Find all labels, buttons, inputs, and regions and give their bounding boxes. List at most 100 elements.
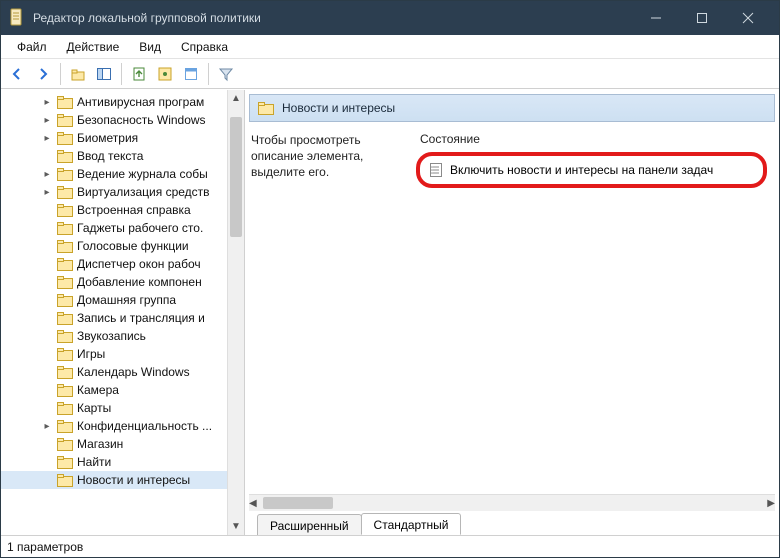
details-horizontal-scrollbar[interactable]: ◀ ▶ [249,494,775,511]
up-button[interactable] [66,62,90,86]
tree-item[interactable]: ▸ Антивирусная програм [1,93,227,111]
tree-item[interactable]: Новости и интересы [1,471,227,489]
chevron-right-icon[interactable]: ▸ [41,97,53,108]
details-tabs: Расширенный Стандартный [245,511,779,535]
tree-item[interactable]: Голосовые функции [1,237,227,255]
scrollbar-thumb[interactable] [230,117,242,237]
tree-item-label: Виртуализация средств [77,185,210,199]
folder-icon [57,203,73,217]
folder-icon [57,257,73,271]
folder-icon [57,239,73,253]
folder-icon [57,113,73,127]
folder-icon [57,131,73,145]
tree-item-label: Гаджеты рабочего сто. [77,221,203,235]
folder-icon [57,329,73,343]
details-header-title: Новости и интересы [282,101,395,115]
folder-icon [57,419,73,433]
tree-item-label: Новости и интересы [77,473,190,487]
policy-tree[interactable]: ▸ Антивирусная програм ▸Безопасность Windo… [1,93,227,489]
folder-icon [57,437,73,451]
tree-item[interactable]: Найти [1,453,227,471]
forward-button[interactable] [31,62,55,86]
tree-item[interactable]: Карты [1,399,227,417]
tab-extended[interactable]: Расширенный [257,514,362,535]
menu-file[interactable]: Файл [7,38,57,56]
folder-icon [57,275,73,289]
properties-button[interactable] [179,62,203,86]
details-header: Новости и интересы [249,94,775,122]
tree-vertical-scrollbar[interactable]: ▲ ▼ [227,90,244,535]
maximize-button[interactable] [679,1,725,35]
menu-bar: Файл Действие Вид Справка [1,35,779,59]
tree-item[interactable]: Добавление компонен [1,273,227,291]
tree-pane: ▸ Антивирусная програм ▸Безопасность Windo… [1,90,245,535]
tree-item[interactable]: Диспетчер окон рабоч [1,255,227,273]
tree-item-label: Календарь Windows [77,365,190,379]
description-text: Чтобы просмотреть описание элемента, выд… [249,128,414,494]
tree-item-label: Добавление компонен [77,275,202,289]
tree-item[interactable]: ▸Ведение журнала собы [1,165,227,183]
window-title: Редактор локальной групповой политики [33,11,261,25]
tree-item-label: Запись и трансляция и [77,311,205,325]
tree-item[interactable]: Запись и трансляция и [1,309,227,327]
tree-item[interactable]: Календарь Windows [1,363,227,381]
folder-icon [57,221,73,235]
tree-item-label: Антивирусная програм [77,95,204,109]
tab-standard[interactable]: Стандартный [361,513,462,535]
tree-item[interactable]: Игры [1,345,227,363]
status-text: 1 параметров [7,540,83,554]
folder-icon [57,293,73,307]
chevron-right-icon[interactable]: ▸ [41,115,53,126]
folder-icon [57,167,73,181]
scroll-right-button[interactable]: ▶ [767,495,775,511]
menu-view[interactable]: Вид [129,38,171,56]
minimize-button[interactable] [633,1,679,35]
tree-item[interactable]: ▸ Виртуализация средств [1,183,227,201]
status-bar: 1 параметров [1,535,779,557]
tree-item-label: Голосовые функции [77,239,189,253]
scroll-left-button[interactable]: ◀ [249,495,257,511]
tree-item[interactable]: ▸ Биометрия [1,129,227,147]
tree-item-label: Домашняя группа [77,293,176,307]
column-header-state[interactable]: Состояние [414,128,775,150]
tree-item[interactable]: ▸Безопасность Windows [1,111,227,129]
refresh-button[interactable] [153,62,177,86]
hscrollbar-thumb[interactable] [263,497,333,509]
tree-item[interactable]: Камера [1,381,227,399]
tree-item-label: Игры [77,347,105,361]
back-button[interactable] [5,62,29,86]
tree-item-label: Диспетчер окон рабоч [77,257,201,271]
folder-icon [57,455,73,469]
tree-item-label: Найти [77,455,111,469]
tree-item[interactable]: Домашняя группа [1,291,227,309]
chevron-right-icon[interactable]: ▸ [41,421,53,432]
tree-item[interactable]: Звукозапись [1,327,227,345]
scroll-down-button[interactable]: ▼ [228,518,244,535]
menu-help[interactable]: Справка [171,38,238,56]
menu-action[interactable]: Действие [57,38,130,56]
tree-item-label: Биометрия [77,131,138,145]
tree-item[interactable]: Встроенная справка [1,201,227,219]
chevron-right-icon[interactable]: ▸ [41,187,53,198]
folder-icon [258,101,274,115]
tree-item-label: Карты [77,401,111,415]
folder-icon [57,149,73,163]
show-hide-tree-button[interactable] [92,62,116,86]
folder-icon [57,95,73,109]
tree-item[interactable]: Ввод текста [1,147,227,165]
filter-button[interactable] [214,62,238,86]
tree-item-label: Звукозапись [77,329,146,343]
chevron-right-icon[interactable]: ▸ [41,169,53,180]
tree-item-label: Конфиденциальность ... [77,419,212,433]
details-pane: Новости и интересы Чтобы просмотреть опи… [245,90,779,535]
export-list-button[interactable] [127,62,151,86]
tree-item[interactable]: Магазин [1,435,227,453]
tree-item-label: Встроенная справка [77,203,191,217]
close-button[interactable] [725,1,771,35]
folder-icon [57,401,73,415]
tree-item[interactable]: ▸ Конфиденциальность ... [1,417,227,435]
chevron-right-icon[interactable]: ▸ [41,133,53,144]
highlighted-setting[interactable]: Включить новости и интересы на панели за… [416,152,767,188]
scroll-up-button[interactable]: ▲ [228,90,244,107]
tree-item[interactable]: Гаджеты рабочего сто. [1,219,227,237]
